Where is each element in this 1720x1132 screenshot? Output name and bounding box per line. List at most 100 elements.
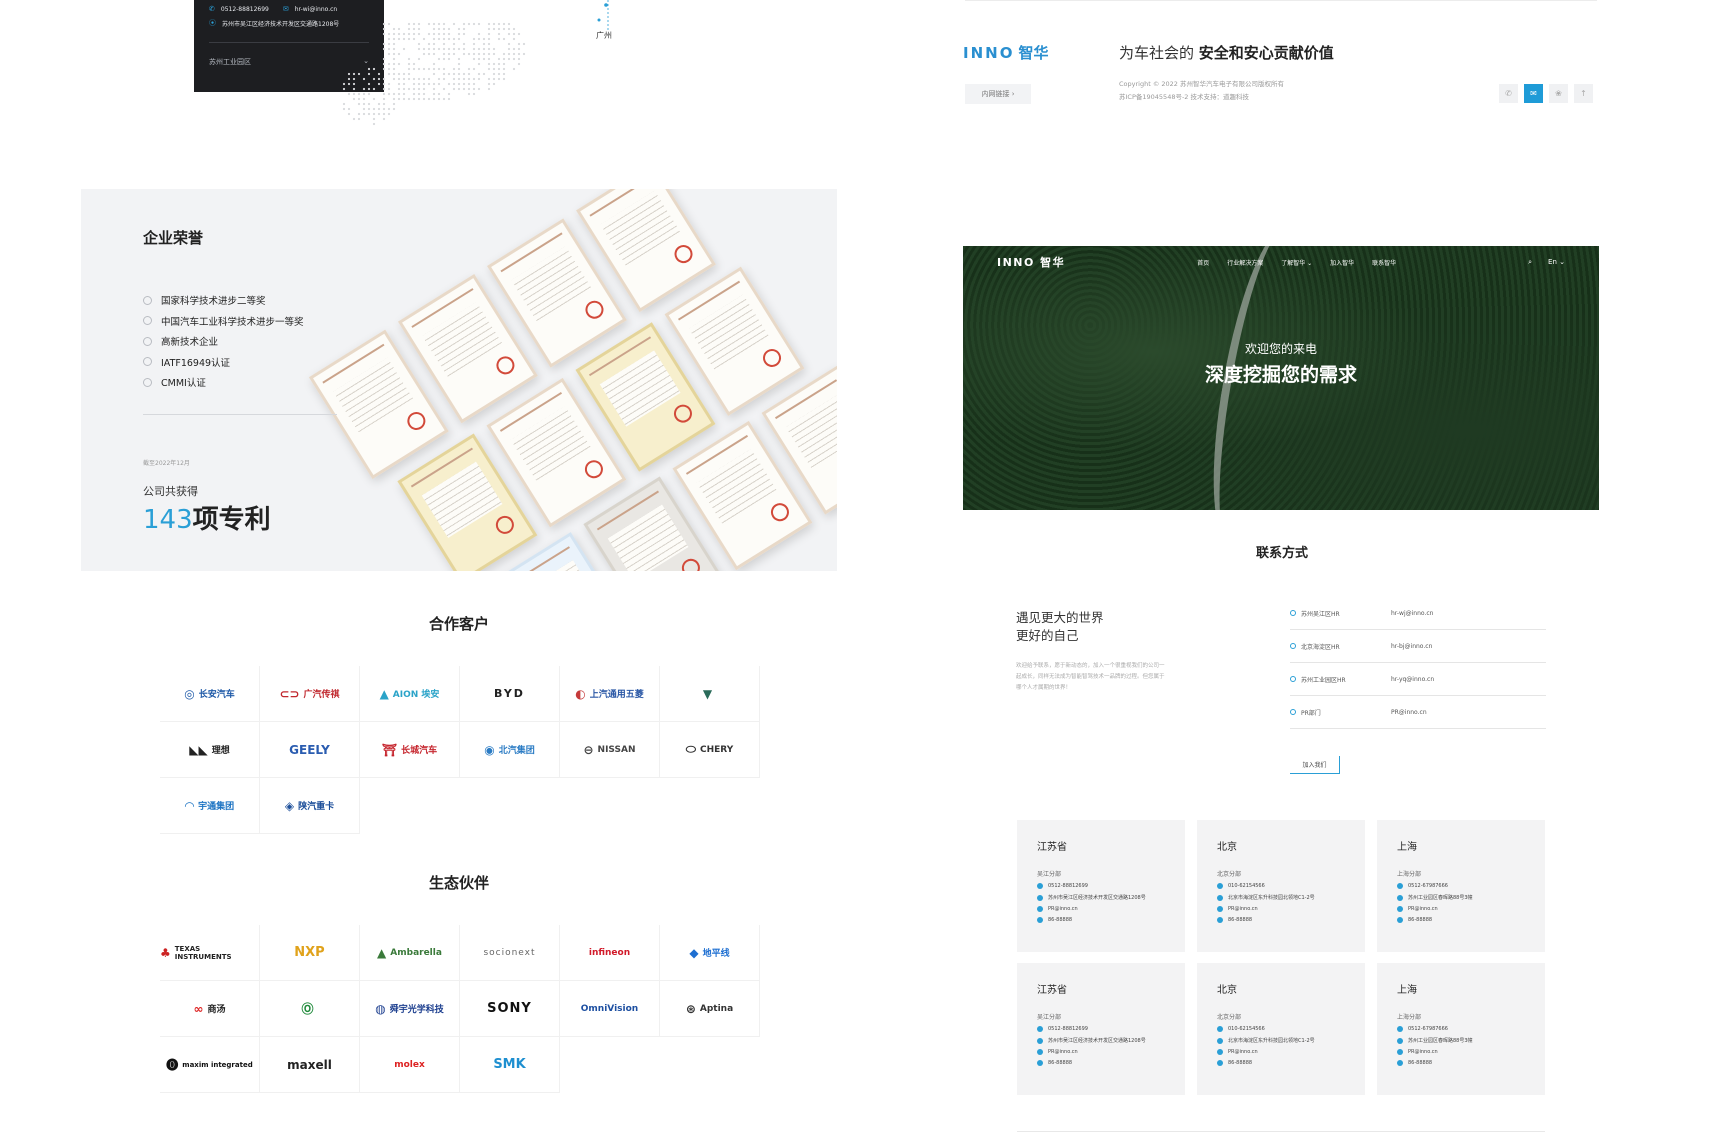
mail-icon	[1217, 906, 1223, 912]
partner-logo: ⓿ maxim integrated	[160, 1037, 260, 1093]
aptina-logo-icon: ⊛	[686, 1002, 696, 1016]
mail-icon	[1217, 1049, 1223, 1055]
wechat-icon[interactable]: ✉	[1524, 84, 1543, 103]
phone-icon: ✆	[209, 5, 215, 13]
office-address: 北京市海淀区东升科技园北领地C1-2号	[1228, 1037, 1315, 1044]
copyright-text: Copyright © 2022 苏州智华汽车电子有限公司版权所有	[1119, 78, 1284, 88]
customer-logo: GEELY	[260, 722, 360, 778]
empty-cell	[660, 1037, 760, 1093]
hr-email-link[interactable]: hr-wj@inno.cn	[1391, 610, 1433, 617]
office-phone: 0512-67987666	[1408, 883, 1448, 889]
bullet-icon	[1290, 676, 1296, 682]
bullet-icon	[1290, 709, 1296, 715]
patent-count-number: 143	[143, 505, 193, 535]
office-email[interactable]: PR@inno.cn	[1228, 906, 1258, 912]
nav-item-contact[interactable]: 联系智华	[1372, 258, 1396, 267]
customer-logo-grid: ◎ 长安汽车 ⊂⊃ 广汽传祺 ▲ AION 埃安 BYD ◐ 上汽通用五菱 ▼ ◣◣ 理想…	[160, 666, 760, 834]
onsemi-logo-icon: Ⓞ	[301, 1000, 313, 1017]
search-icon[interactable]: ⌕	[1528, 258, 1532, 267]
office-branch: 北京分部	[1217, 1012, 1345, 1021]
language-switch[interactable]: En ⌄	[1548, 258, 1565, 267]
fax-icon	[1397, 917, 1403, 923]
partner-logo: maxell	[260, 1037, 360, 1093]
office-phone: 0512-67987666	[1408, 1026, 1448, 1032]
customer-logo: ▲ AION 埃安	[360, 666, 460, 722]
card-address: 苏州市吴江区经济技术开发区交通路1208号	[222, 19, 339, 28]
office-fax: 86-88888	[1048, 917, 1072, 923]
hero-menu: 首页 行业解决方案 了解智华 ⌄ 加入智华 联系智华	[1197, 258, 1396, 267]
phone-icon	[1037, 883, 1043, 889]
bullet-icon	[1290, 610, 1296, 616]
phone-icon	[1397, 883, 1403, 889]
office-email[interactable]: PR@inno.cn	[1048, 906, 1078, 912]
customer-logo: ⊖ NISSAN	[560, 722, 660, 778]
internal-link-button[interactable]: 内网链接 ›	[965, 84, 1031, 104]
mail-icon	[1397, 1049, 1403, 1055]
mail-icon	[1037, 1049, 1043, 1055]
baic-logo-icon: ◉	[484, 743, 494, 757]
office-branch: 吴江分部	[1037, 1012, 1165, 1021]
office-email[interactable]: PR@inno.cn	[1228, 1049, 1258, 1055]
office-city: 江苏省	[1037, 838, 1165, 853]
customer-logo: ◐ 上汽通用五菱	[560, 666, 660, 722]
park-label: 苏州工业园区	[209, 57, 251, 67]
office-branch: 吴江分部	[1037, 869, 1165, 878]
medal-icon	[143, 378, 152, 387]
share-icon[interactable]: ↑	[1574, 84, 1593, 103]
mail-icon: ✉	[283, 5, 289, 13]
partner-logo: ◍ 舜宇光学科技	[360, 981, 460, 1037]
office-address: 北京市海淀区东升科技园北领地C1-2号	[1228, 894, 1315, 901]
empty-cell	[360, 778, 460, 834]
honor-item: 高新技术企业	[143, 331, 304, 352]
customer-logo: ◣◣ 理想	[160, 722, 260, 778]
hero-banner: INNO 智华 首页 行业解决方案 了解智华 ⌄ 加入智华 联系智华 ⌕ En …	[963, 246, 1599, 510]
office-email[interactable]: PR@inno.cn	[1408, 1049, 1438, 1055]
office-address: 苏州市吴江区经济技术开发区交通路1208号	[1048, 1037, 1146, 1044]
icp-text: 苏ICP备19045548号-2 技术支持：道趣科技	[1119, 91, 1249, 101]
hr-contact-row: 北京海淀区HR hr-bj@inno.cn	[1290, 630, 1546, 663]
shacman-logo-icon: ◈	[285, 799, 294, 813]
hr-email-link[interactable]: hr-yq@inno.cn	[1391, 676, 1434, 683]
nav-item-join[interactable]: 加入智华	[1330, 258, 1354, 267]
hr-contact-list: 苏州吴江区HR hr-wj@inno.cn 北京海淀区HR hr-bj@inno.c…	[1290, 597, 1546, 729]
hr-contact-row: PR部门 PR@inno.cn	[1290, 696, 1546, 729]
location-icon	[1217, 895, 1223, 901]
partner-logo: OmniVision	[560, 981, 660, 1037]
honor-list: 国家科学技术进步二等奖 中国汽车工业科学技术进步一等奖 高新技术企业 IATF1…	[143, 290, 304, 393]
location-icon	[1037, 1038, 1043, 1044]
office-email[interactable]: PR@inno.cn	[1408, 906, 1438, 912]
nav-item-about[interactable]: 了解智华 ⌄	[1281, 258, 1312, 267]
fax-icon	[1037, 917, 1043, 923]
meet-description: 欢迎给予联系，愿于新动态的，加入一个很重视我们的公司一起成长，同样无法成为智能智…	[1016, 661, 1166, 694]
office-card: 江苏省 吴江分部 0512-88812699 苏州市吴江区经济技术开发区交通路1208…	[1017, 963, 1185, 1095]
nav-item-solutions[interactable]: 行业解决方案	[1227, 258, 1263, 267]
phone-icon[interactable]: ✆	[1499, 84, 1518, 103]
office-fax: 86-88888	[1408, 1060, 1432, 1066]
office-card: 北京 北京分部 010-62154566 北京市海淀区东升科技园北领地C1-2号 PR@…	[1197, 820, 1365, 952]
office-email[interactable]: PR@inno.cn	[1048, 1049, 1078, 1055]
map-marker-dot	[598, 19, 601, 22]
join-us-button[interactable]: 加入我们	[1290, 756, 1340, 774]
office-card: 北京 北京分部 010-62154566 北京市海淀区东升科技园北领地C1-2号 PR@…	[1197, 963, 1365, 1095]
location-icon	[1397, 895, 1403, 901]
partner-logo: Ⓞ	[260, 981, 360, 1037]
office-phone: 010-62154566	[1228, 1026, 1265, 1032]
card-phone: 0512-88812699	[221, 6, 269, 13]
medal-icon	[143, 337, 152, 346]
partner-logo-grid: ♣ TEXAS INSTRUMENTS NXP ▲ Ambarella socion…	[160, 925, 760, 1093]
office-phone: 0512-88812699	[1048, 1026, 1088, 1032]
hr-email-link[interactable]: PR@inno.cn	[1391, 709, 1427, 716]
weibo-icon[interactable]: ❀	[1549, 84, 1568, 103]
honor-item: CMMI认证	[143, 372, 304, 393]
fax-icon	[1217, 1060, 1223, 1066]
map-marker-dot	[604, 3, 608, 7]
office-branch: 北京分部	[1217, 869, 1345, 878]
hero-logo[interactable]: INNO 智华	[997, 254, 1065, 270]
hr-email-link[interactable]: hr-bj@inno.cn	[1391, 643, 1432, 650]
inno-logo[interactable]: INNO 智华	[963, 42, 1048, 63]
phone-icon	[1397, 1026, 1403, 1032]
empty-cell	[560, 1037, 660, 1093]
nav-item-home[interactable]: 首页	[1197, 258, 1209, 267]
customer-logo: ⛩ 长城汽车	[360, 722, 460, 778]
office-address: 苏州市吴江区经济技术开发区交通路1208号	[1048, 894, 1146, 901]
